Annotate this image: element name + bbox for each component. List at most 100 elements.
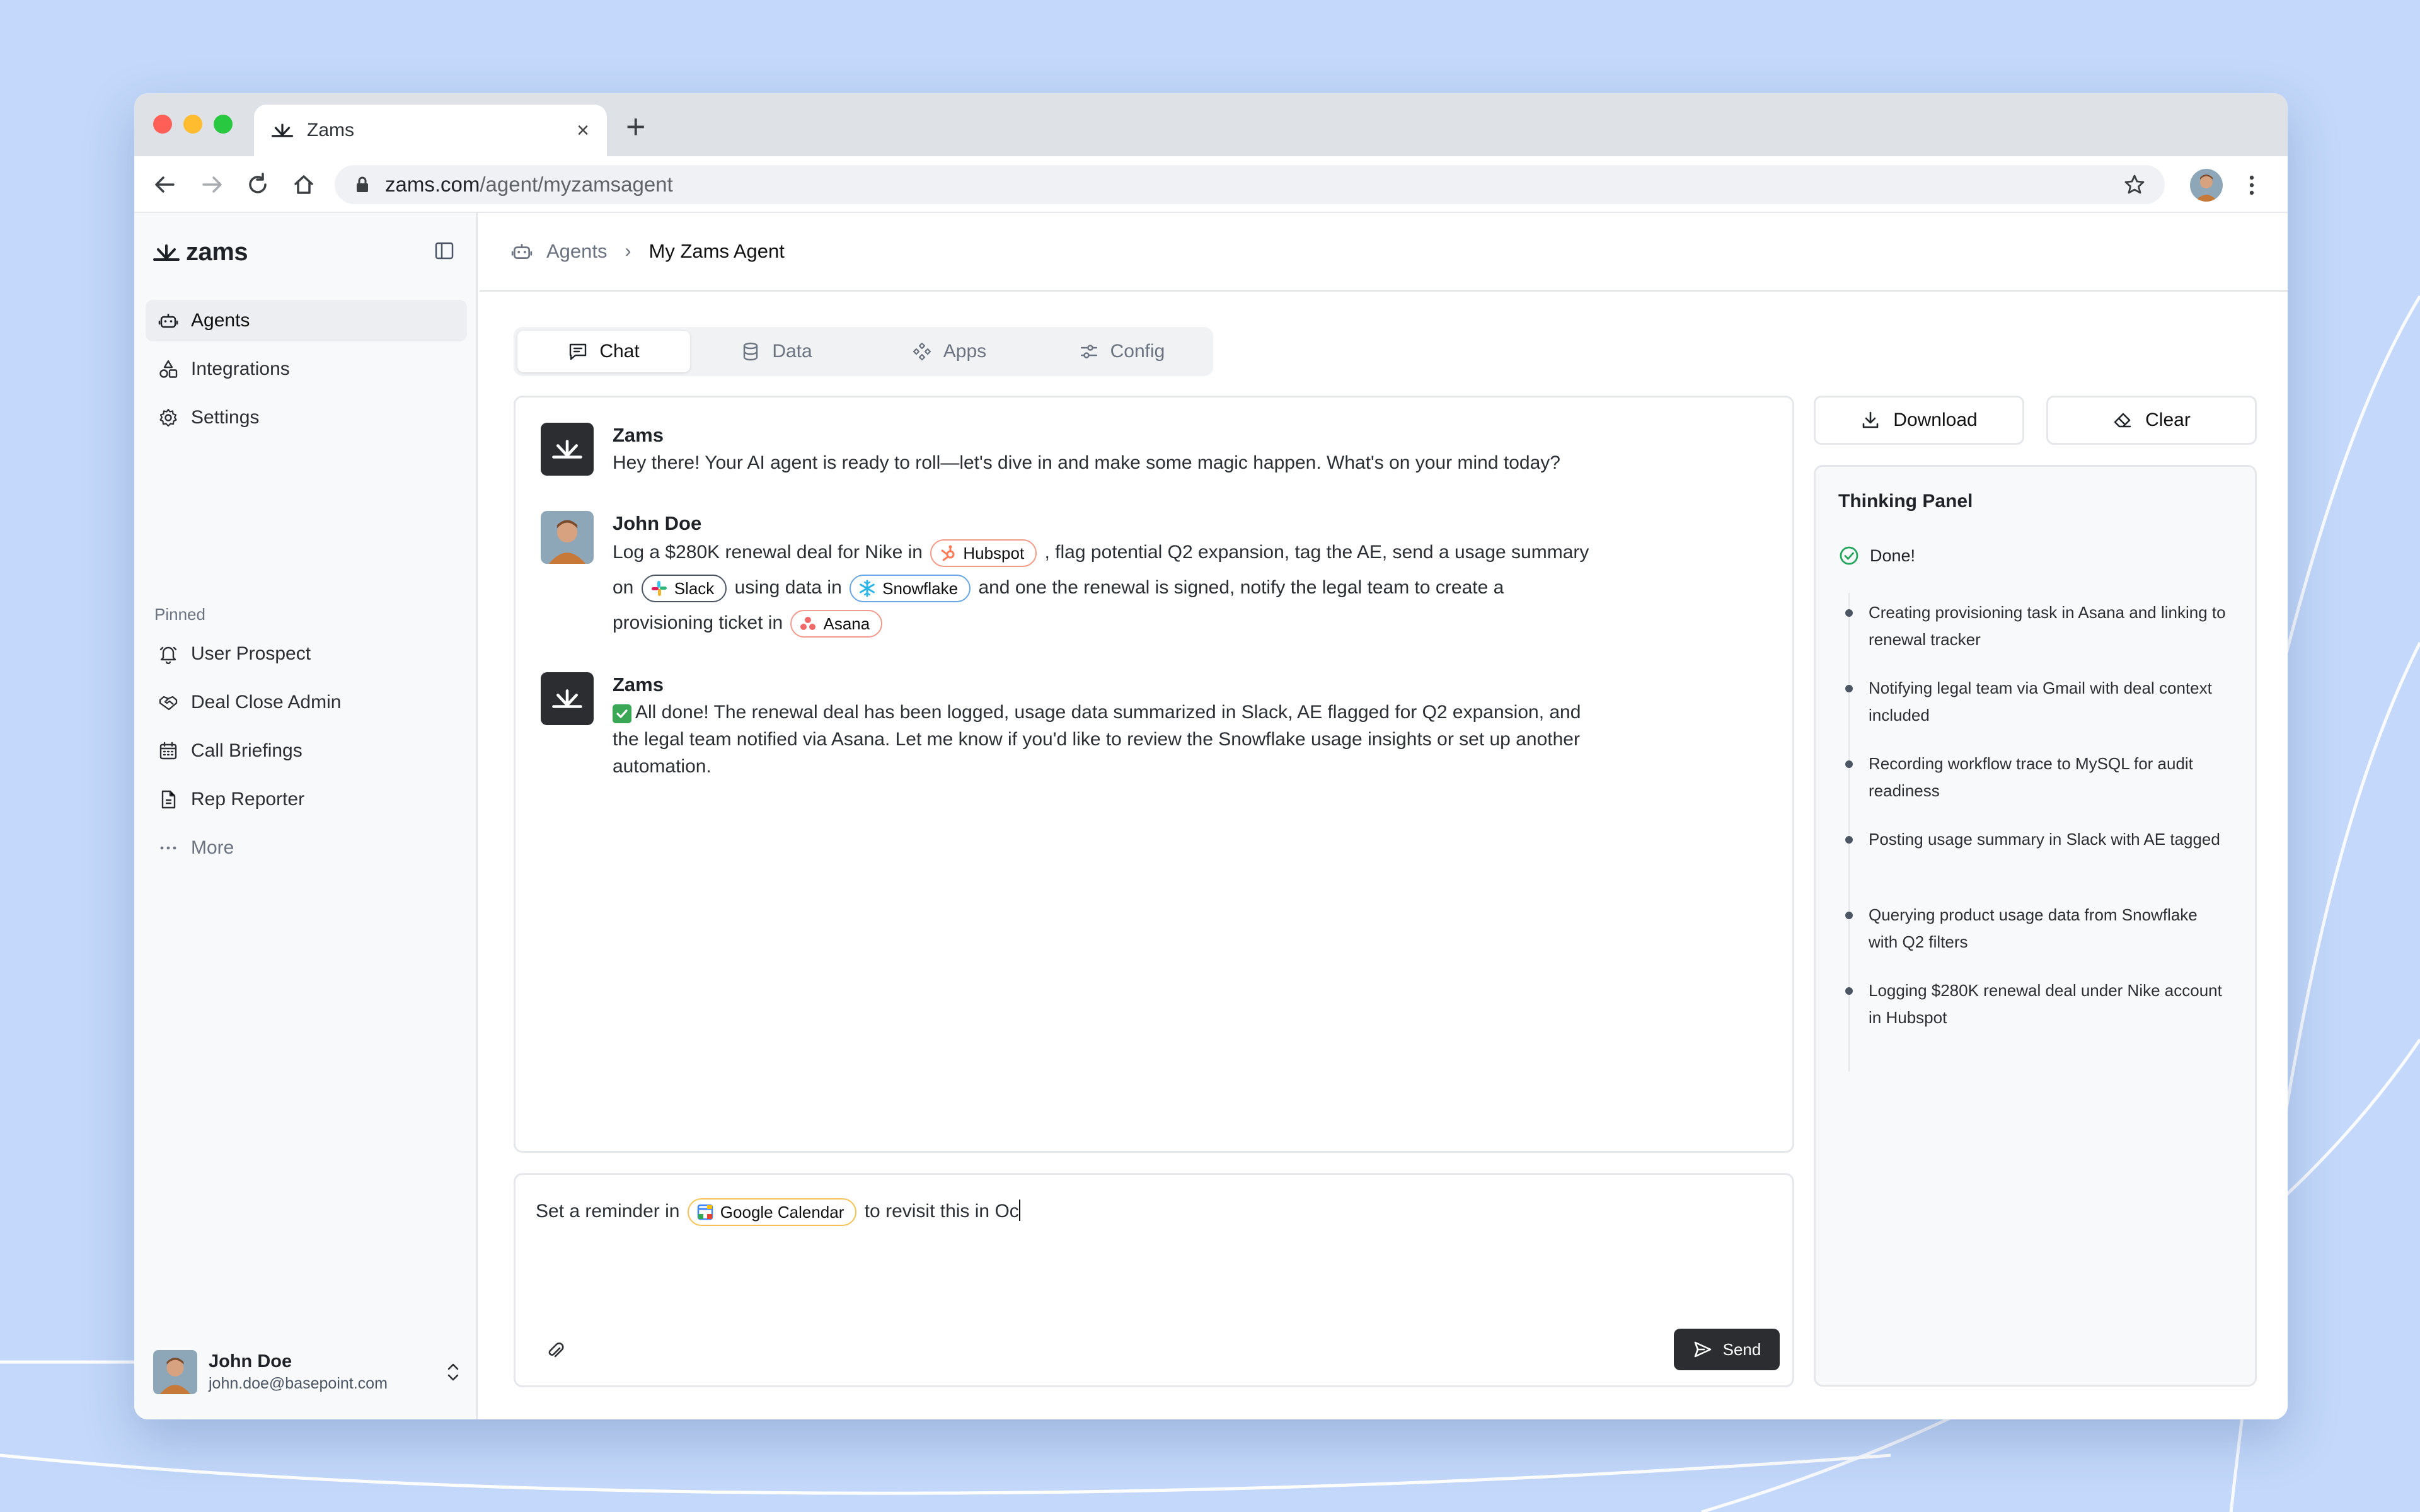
hubspot-chip[interactable]: Hubspot xyxy=(930,539,1037,568)
calendar-icon xyxy=(159,742,177,760)
pinned-item-call-briefings[interactable]: Call Briefings xyxy=(146,730,467,772)
logo-text: zams xyxy=(186,238,248,266)
agent-tabs: Chat Data Apps Config xyxy=(514,327,1213,376)
tab-data[interactable]: Data xyxy=(690,331,863,372)
reload-icon[interactable] xyxy=(243,170,272,199)
paperclip-icon[interactable] xyxy=(544,1340,566,1361)
close-window-button[interactable] xyxy=(153,115,172,134)
pinned-item-deal-close-admin[interactable]: Deal Close Admin xyxy=(146,682,467,723)
step-text: Recording workflow trace to MySQL for au… xyxy=(1869,754,2193,800)
profile-avatar[interactable] xyxy=(2190,169,2223,202)
snowflake-chip[interactable]: Snowflake xyxy=(850,575,971,603)
tab-apps[interactable]: Apps xyxy=(863,331,1035,372)
thinking-step: Querying product usage data from Snowfla… xyxy=(1838,902,2229,977)
database-icon xyxy=(744,342,758,361)
pinned-item-user-prospect[interactable]: User Prospect xyxy=(146,633,467,675)
avatar xyxy=(541,511,594,564)
close-tab-icon[interactable]: × xyxy=(577,120,589,141)
zams-app: zams Agents Integrations Settings Pinned… xyxy=(134,213,2288,1419)
tab-config[interactable]: Config xyxy=(1035,331,1208,372)
browser-menu-icon[interactable] xyxy=(2245,171,2258,199)
step-dot xyxy=(1845,760,1853,768)
zams-logo-icon xyxy=(552,689,582,708)
step-text: Posting usage summary in Slack with AE t… xyxy=(1869,830,2220,849)
user-email: john.doe@basepoint.com xyxy=(209,1375,388,1392)
minimize-window-button[interactable] xyxy=(183,115,202,134)
sidebar-item-agents[interactable]: Agents xyxy=(146,300,467,341)
breadcrumb-agents-link[interactable]: Agents xyxy=(546,240,608,263)
gear-icon xyxy=(159,408,177,427)
home-icon[interactable] xyxy=(289,170,318,199)
asana-chip[interactable]: Asana xyxy=(790,610,883,638)
eraser-icon xyxy=(2114,413,2131,428)
message-text-part: using data in xyxy=(734,577,842,598)
asana-icon xyxy=(800,617,816,631)
thinking-panel: Thinking Panel Done! Creating provisioni… xyxy=(1814,465,2257,1387)
thinking-steps: Creating provisioning task in Asana and … xyxy=(1838,599,2229,1053)
download-button[interactable]: Download xyxy=(1814,396,2024,445)
url-path: /agent/myzamsagent xyxy=(480,173,673,196)
bookmark-star-icon[interactable] xyxy=(2123,173,2146,196)
clear-label: Clear xyxy=(2145,410,2191,430)
pinned-item-rep-reporter[interactable]: Rep Reporter xyxy=(146,779,467,820)
message-text: Hey there! Your AI agent is ready to rol… xyxy=(613,452,1560,473)
pinned-item-label: Call Briefings xyxy=(191,740,302,761)
sidebar: zams Agents Integrations Settings Pinned… xyxy=(134,213,478,1419)
forward-arrow-icon[interactable] xyxy=(197,170,226,199)
step-text: Logging $280K renewal deal under Nike ac… xyxy=(1869,981,2222,1027)
ellipsis-icon xyxy=(160,846,176,850)
sidebar-item-label: Agents xyxy=(191,310,250,331)
new-tab-icon[interactable]: + xyxy=(626,110,646,144)
check-circle-icon xyxy=(1840,546,1858,565)
step-text: Creating provisioning task in Asana and … xyxy=(1869,603,2226,649)
document-icon xyxy=(161,790,176,809)
hubspot-icon xyxy=(941,545,955,561)
bot-icon xyxy=(158,314,178,328)
browser-tab-title: Zams xyxy=(307,120,354,140)
google-calendar-icon xyxy=(697,1204,713,1220)
download-label: Download xyxy=(1893,410,1978,430)
step-dot xyxy=(1845,685,1853,692)
profile-photo-icon xyxy=(2190,169,2223,202)
zams-logo-icon xyxy=(272,123,293,137)
google-calendar-chip[interactable]: Google Calendar xyxy=(687,1198,857,1227)
back-arrow-icon[interactable] xyxy=(151,170,180,199)
composer-input[interactable]: Set a reminder in Google Calendar to rev… xyxy=(536,1194,1020,1229)
sidebar-item-settings[interactable]: Settings xyxy=(146,397,467,438)
chat-message: John Doe Log a $280K renewal deal for Ni… xyxy=(541,511,1738,641)
clear-button[interactable]: Clear xyxy=(2046,396,2257,445)
slack-chip[interactable]: Slack xyxy=(641,575,727,603)
pinned-section-label: Pinned xyxy=(154,605,205,624)
sidebar-toggle-icon[interactable] xyxy=(434,241,454,261)
chat-message: Zams All done! The renewal deal has been… xyxy=(541,672,1738,780)
sidebar-item-integrations[interactable]: Integrations xyxy=(146,348,467,390)
chip-label: Slack xyxy=(674,579,715,598)
send-button[interactable]: Send xyxy=(1674,1329,1780,1370)
tab-label: Chat xyxy=(599,341,640,362)
shapes-icon xyxy=(159,360,178,378)
zams-avatar xyxy=(541,672,594,725)
breadcrumb: Agents › My Zams Agent xyxy=(480,213,2288,292)
thinking-status: Done! xyxy=(1838,545,1915,566)
bell-icon xyxy=(159,646,177,664)
message-text: All done! The renewal deal has been logg… xyxy=(613,699,1596,780)
tab-chat[interactable]: Chat xyxy=(517,331,690,372)
maximize-window-button[interactable] xyxy=(214,115,233,134)
pinned-item-label: Deal Close Admin xyxy=(191,692,342,713)
send-label: Send xyxy=(1722,1339,1761,1359)
zams-avatar xyxy=(541,423,594,476)
slack-icon xyxy=(651,581,667,597)
composer-text-part: to revisit this in Oc xyxy=(864,1201,1019,1222)
thinking-step: Logging $280K renewal deal under Nike ac… xyxy=(1838,977,2229,1053)
browser-tab-zams[interactable]: Zams × xyxy=(254,105,607,156)
zams-logo[interactable]: zams xyxy=(153,238,248,266)
send-icon xyxy=(1694,1341,1711,1358)
message-sender: Zams xyxy=(613,673,664,696)
sidebar-more[interactable]: More xyxy=(146,827,467,869)
step-dot xyxy=(1845,836,1853,844)
chat-message: Zams Hey there! Your AI agent is ready t… xyxy=(541,423,1738,476)
message-composer[interactable]: Set a reminder in Google Calendar to rev… xyxy=(514,1173,1794,1387)
user-account-switcher[interactable]: John Doe john.doe@basepoint.com xyxy=(153,1347,462,1397)
step-dot xyxy=(1845,912,1853,919)
address-bar[interactable]: zams.com/agent/myzamsagent xyxy=(335,165,2165,204)
